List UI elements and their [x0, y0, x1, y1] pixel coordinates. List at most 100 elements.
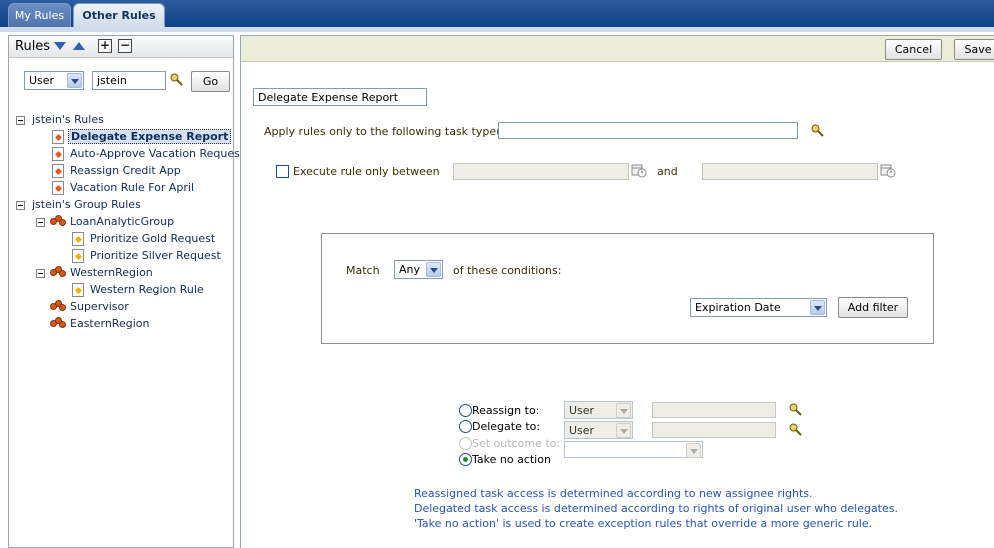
set-outcome-select[interactable] [564, 441, 703, 458]
info-no-action-text: 'Take no action' is used to create excep… [414, 517, 873, 530]
info-reassign-text: Reassigned task access is determined acc… [414, 487, 813, 500]
tree-item-prioritize-gold-request[interactable]: Prioritize Gold Request [90, 231, 215, 247]
user-name-input[interactable]: jstein [92, 71, 166, 90]
execute-between-label: Execute rule only between [293, 165, 440, 178]
rules-panel: Rules + − User jstein Go jstein's Rules … [8, 35, 244, 548]
group-icon [50, 266, 66, 278]
rule-icon [72, 283, 84, 297]
chevron-down-icon [686, 443, 701, 458]
tab-other-rules[interactable]: Other Rules [73, 3, 165, 27]
delegate-to-input[interactable] [652, 422, 776, 438]
group-icon [50, 300, 66, 312]
match-select[interactable]: Any [394, 260, 443, 279]
group-icon [50, 215, 66, 227]
match-value: Any [399, 263, 421, 276]
tree-node-label: jstein's Rules [32, 113, 104, 126]
rules-panel-header: Rules + − [9, 36, 233, 58]
tree-node-group-rules[interactable]: jstein's Group Rules [32, 197, 141, 213]
end-date-input[interactable] [702, 163, 878, 180]
execute-between-checkbox[interactable] [276, 165, 289, 178]
tree-item-label: Western Region Rule [90, 283, 204, 296]
tree-item-vacation-rule-for-april[interactable]: Vacation Rule For April [70, 180, 194, 196]
add-filter-button[interactable]: Add filter [838, 297, 908, 318]
collapse-westernregion-icon[interactable] [36, 269, 45, 278]
set-outcome-label: Set outcome to: [472, 437, 561, 450]
go-button[interactable]: Go [191, 71, 230, 92]
sort-descending-icon[interactable] [54, 42, 66, 50]
delegate-label: Delegate to: [472, 420, 541, 433]
tree-item-label: Vacation Rule For April [70, 181, 195, 194]
match-label: Match [346, 264, 380, 277]
take-no-action-label: Take no action [472, 453, 551, 466]
search-task-types-icon[interactable] [811, 124, 825, 138]
user-type-select[interactable]: User [24, 71, 84, 90]
start-date-input[interactable] [453, 163, 629, 180]
delegate-type-value: User [569, 424, 595, 437]
tree-node-westernregion[interactable]: WesternRegion [70, 265, 153, 281]
tree-node-loananalyticgroup[interactable]: LoanAnalyticGroup [70, 214, 174, 230]
chevron-down-icon [426, 262, 441, 277]
reassign-to-input[interactable] [652, 402, 776, 418]
tree-item-label: Prioritize Silver Request [90, 249, 221, 262]
rule-name-input[interactable]: Delegate Expense Report [253, 88, 427, 106]
rule-icon [52, 130, 64, 144]
chevron-down-icon [67, 73, 82, 88]
rule-icon [52, 181, 64, 195]
chevron-down-icon [810, 300, 825, 315]
tree-node-label: EasternRegion [70, 317, 150, 330]
rule-editor-toolbar [241, 36, 994, 62]
filter-field-select[interactable]: Expiration Date [690, 298, 827, 317]
and-label: and [657, 165, 678, 178]
tree-node-my-rules[interactable]: jstein's Rules [32, 112, 104, 128]
search-user-icon[interactable] [789, 403, 803, 417]
tree-item-reassign-credit-app[interactable]: Reassign Credit App [70, 163, 181, 179]
calendar-clock-icon[interactable] [880, 164, 896, 178]
tree-item-label: Reassign Credit App [70, 164, 181, 177]
info-delegate-text: Delegated task access is determined acco… [414, 502, 898, 515]
group-icon [50, 317, 66, 329]
tree-node-easternregion[interactable]: EasternRegion [70, 316, 149, 332]
reassign-label: Reassign to: [472, 404, 540, 417]
reassign-type-select[interactable]: User [564, 401, 633, 419]
save-button[interactable]: Save [954, 39, 994, 60]
collapse-group-rules-icon[interactable] [16, 201, 25, 210]
task-types-input[interactable] [498, 122, 798, 139]
collapse-loananalyticgroup-icon[interactable] [36, 218, 45, 227]
add-rule-button[interactable]: + [98, 39, 112, 53]
task-types-label: Apply rules only to the following task t… [264, 125, 515, 138]
search-user-icon[interactable] [789, 423, 803, 437]
conditions-box: Match Any of these conditions: Expiratio… [321, 233, 934, 344]
set-outcome-radio[interactable] [459, 437, 472, 450]
tree-item-label: Auto-Approve Vacation Request [70, 147, 245, 160]
delete-rule-button[interactable]: − [118, 39, 132, 53]
conditions-label: of these conditions: [453, 264, 562, 277]
tree-node-label: WesternRegion [70, 266, 153, 279]
collapse-my-rules-icon[interactable] [16, 116, 25, 125]
tree-item-label: Delegate Expense Report [68, 129, 232, 144]
search-user-icon[interactable] [170, 73, 184, 87]
tree-item-delegate-expense-report[interactable]: Delegate Expense Report [68, 129, 232, 145]
delegate-radio[interactable] [459, 420, 472, 433]
rule-icon [72, 249, 84, 263]
calendar-clock-icon[interactable] [631, 164, 647, 178]
user-type-value: User [29, 74, 55, 87]
tree-item-prioritize-silver-request[interactable]: Prioritize Silver Request [90, 248, 221, 264]
tree-item-auto-approve-vacation-request[interactable]: Auto-Approve Vacation Request [70, 146, 244, 162]
tree-node-supervisor[interactable]: Supervisor [70, 299, 129, 315]
filter-field-value: Expiration Date [695, 301, 781, 314]
tree-item-label: Prioritize Gold Request [90, 232, 216, 245]
tree-node-label: Supervisor [70, 300, 129, 313]
reassign-radio[interactable] [459, 404, 472, 417]
rule-icon [72, 232, 84, 246]
rule-editor-panel: Cancel Save Delegate Expense Report Appl… [240, 35, 994, 548]
delegate-type-select[interactable]: User [564, 421, 633, 439]
tree-node-label: LoanAnalyticGroup [70, 215, 175, 228]
rules-panel-title: Rules [15, 39, 51, 54]
sort-ascending-icon[interactable] [73, 42, 85, 50]
cancel-button[interactable]: Cancel [885, 39, 942, 60]
take-no-action-radio[interactable] [459, 453, 472, 466]
tree-item-western-region-rule[interactable]: Western Region Rule [90, 282, 204, 298]
chevron-down-icon [616, 403, 631, 418]
tab-bar-underline [0, 27, 994, 32]
tab-my-rules[interactable]: My Rules [8, 3, 71, 27]
